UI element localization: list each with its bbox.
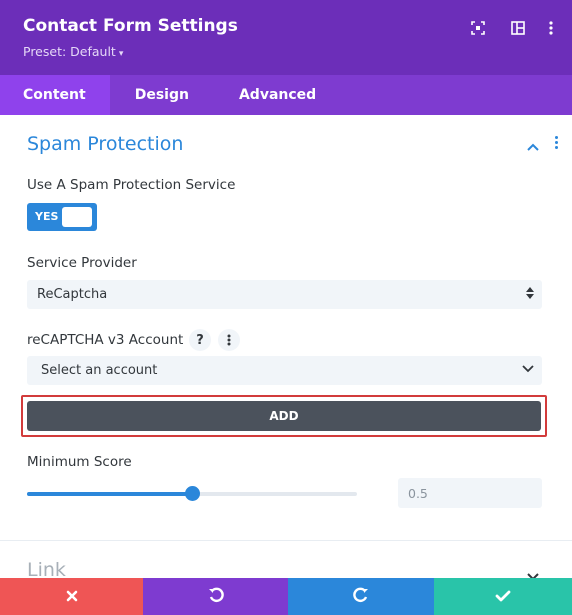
service-provider-select[interactable]: ReCaptcha	[27, 280, 542, 309]
toggle-knob	[62, 207, 92, 227]
spam-protection-toggle[interactable]: YES	[27, 203, 97, 231]
add-account-button[interactable]: ADD	[27, 401, 541, 431]
slider-fill	[27, 492, 192, 496]
minimum-score-label: Minimum Score	[27, 454, 132, 470]
updown-arrow-icon	[526, 286, 534, 301]
split-view-icon[interactable]	[508, 18, 528, 38]
modal-footer	[0, 578, 572, 615]
redo-icon	[353, 587, 369, 607]
tab-design[interactable]: Design	[110, 75, 214, 115]
minimum-score-input[interactable]	[398, 478, 542, 508]
cancel-button[interactable]	[0, 578, 143, 615]
settings-content: Spam Protection Use A Spam Protection Se…	[0, 115, 572, 578]
chevron-down-icon[interactable]	[526, 567, 540, 578]
tab-advanced[interactable]: Advanced	[214, 75, 341, 115]
preset-selector[interactable]: Preset: Default ▾	[23, 44, 123, 59]
help-icon[interactable]: ?	[189, 329, 211, 351]
modal-header: Contact Form Settings Preset: Default ▾	[0, 0, 572, 75]
chevron-down-icon	[522, 365, 534, 374]
spam-protection-label: Use A Spam Protection Service	[27, 177, 236, 193]
preset-caret-icon: ▾	[118, 49, 124, 59]
account-more-icon[interactable]	[218, 329, 240, 351]
chevron-up-icon[interactable]	[526, 137, 540, 156]
account-label: reCAPTCHA v3 Account	[27, 332, 184, 348]
service-provider-value: ReCaptcha	[37, 287, 108, 302]
section-title-spam-protection[interactable]: Spam Protection	[27, 133, 183, 155]
modal-title: Contact Form Settings	[23, 16, 238, 36]
save-button[interactable]	[434, 578, 572, 615]
add-button-highlight: ADD	[21, 395, 547, 437]
tab-content[interactable]: Content	[0, 75, 110, 115]
undo-icon	[208, 587, 224, 607]
check-icon	[495, 587, 511, 606]
settings-tabs: Content Design Advanced	[0, 75, 572, 115]
slider-thumb[interactable]	[184, 486, 200, 501]
undo-button[interactable]	[143, 578, 288, 615]
preset-label: Preset: Default	[23, 44, 116, 59]
more-vertical-icon[interactable]	[541, 18, 561, 38]
redo-button[interactable]	[288, 578, 434, 615]
section-more-icon[interactable]	[551, 136, 561, 152]
close-icon	[66, 587, 78, 606]
focus-icon[interactable]	[468, 18, 488, 38]
section-divider	[0, 540, 572, 541]
account-select-value: Select an account	[41, 363, 158, 378]
toggle-state-text: YES	[35, 210, 59, 223]
account-select[interactable]: Select an account	[27, 356, 542, 385]
section-title-link[interactable]: Link	[27, 559, 66, 578]
service-provider-label: Service Provider	[27, 255, 137, 271]
